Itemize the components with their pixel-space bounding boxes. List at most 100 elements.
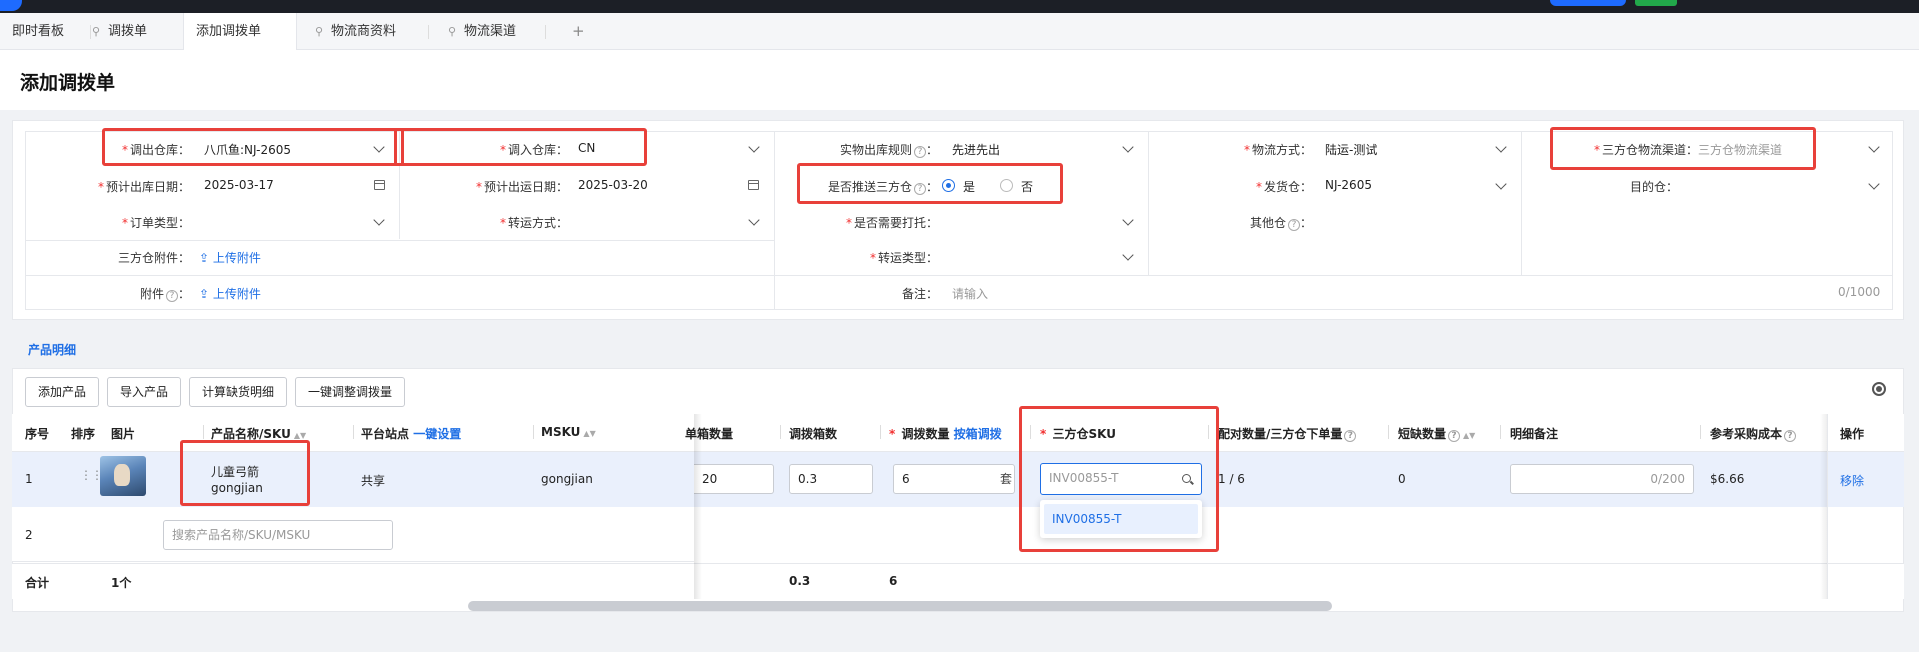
divider (774, 131, 775, 310)
tab-dashboard[interactable]: 即时看板 (0, 13, 76, 50)
add-tab-button[interactable]: + (560, 13, 597, 50)
divider (1148, 131, 1149, 275)
help-icon[interactable]: ? (1287, 219, 1300, 231)
in-warehouse-value[interactable]: CN (578, 141, 595, 155)
col-separator (780, 425, 781, 439)
gear-icon[interactable] (1872, 382, 1886, 396)
product-thumbnail[interactable] (100, 456, 146, 496)
logistics-mode-value[interactable]: 陆运-测试 (1325, 141, 1377, 158)
other-wh-label: 其他仓?： (1249, 216, 1312, 231)
help-icon[interactable]: ? (913, 146, 926, 158)
col-separator (353, 425, 354, 439)
page-header (0, 50, 1919, 110)
divider (25, 275, 1893, 276)
col-image: 图片 (111, 427, 136, 441)
calendar-icon[interactable] (748, 180, 759, 190)
row-shortage: 0 (1398, 472, 1406, 486)
row-seq: 2 (25, 528, 33, 542)
calendar-icon[interactable] (374, 180, 385, 190)
remark-label: 备注： (901, 287, 938, 301)
col-separator (1700, 425, 1701, 439)
tpl-channel-select[interactable]: 三方仓物流渠道 (1698, 141, 1782, 158)
est-out-date-label: * 预计出库日期： (97, 180, 190, 194)
divider (1521, 131, 1522, 275)
tpl-channel-label: * 三方仓物流渠道： (1593, 143, 1698, 157)
frozen-column-shadow (694, 414, 702, 599)
row-product-name: 儿童弓箭 (211, 465, 260, 479)
detail-remark-input[interactable]: 0/200 (1510, 464, 1694, 494)
col-sort: 排序 (71, 427, 96, 441)
col-separator (1388, 425, 1389, 439)
app-logo[interactable] (0, 0, 22, 11)
transfer-mode-label: * 转运方式： (499, 216, 568, 230)
ship-from-value[interactable]: NJ-2605 (1325, 178, 1372, 192)
out-warehouse-label: * 调出仓库： (121, 143, 190, 157)
help-icon[interactable]: ? (1784, 430, 1797, 442)
col-msku[interactable]: MSKU ▲▼ (541, 425, 596, 439)
tab-label: 调拨单 (108, 24, 148, 39)
import-product-button[interactable]: 导入产品 (107, 377, 182, 407)
qty-unit: 套 (999, 472, 1012, 486)
tab-label: 即时看板 (12, 24, 65, 39)
tab-logistics-channels[interactable]: ⚲ 物流渠道 (436, 13, 528, 50)
sort-icon: ▲▼ (583, 429, 596, 438)
boxes-input[interactable]: 0.3 (789, 464, 873, 494)
est-out-date-value[interactable]: 2025-03-17 (204, 178, 274, 192)
push-tpl-no-radio[interactable] (1000, 179, 1013, 192)
in-warehouse-label: * 调入仓库： (499, 143, 568, 157)
summary-row (12, 563, 1904, 599)
row-seq: 1 (25, 472, 33, 486)
bulk-adjust-button[interactable]: 一键调整调拨量 (295, 377, 406, 407)
by-box-link[interactable]: 按箱调拨 (954, 427, 1002, 441)
help-icon[interactable]: ? (913, 183, 926, 195)
tab-add-transfer-order[interactable]: 添加调拨单 (183, 13, 297, 51)
push-tpl-yes-label[interactable]: 是 (963, 178, 975, 195)
col-detail-remark: 明细备注 (1510, 427, 1559, 441)
qty-input[interactable]: 6套 (893, 464, 1015, 494)
stock-rule-label: 实物出库规则?： (839, 143, 938, 158)
tab-separator (428, 25, 429, 39)
col-shortage[interactable]: 短缺数量? ▲▼ (1398, 425, 1475, 442)
per-box-input[interactable]: 20 (694, 464, 774, 494)
row-pair: 1 / 6 (1218, 472, 1245, 486)
remark-input[interactable]: 请输入 (952, 285, 988, 302)
status-button[interactable] (1635, 0, 1677, 6)
transfer-type-label: * 转运类型： (869, 251, 938, 265)
col-pair: 配对数量/三方仓下单量? (1218, 425, 1357, 442)
col-separator (880, 425, 881, 439)
remove-link[interactable]: 移除 (1840, 472, 1864, 489)
product-search-input[interactable]: 搜索产品名称/SKU/MSKU (163, 520, 393, 550)
tab-transfer-orders[interactable]: ⚲ 调拨单 (80, 13, 159, 50)
upload-link[interactable]: ⇪ 上传附件 (199, 285, 261, 302)
tpl-sku-option[interactable]: INV00855-T (1044, 504, 1198, 534)
col-name-sku[interactable]: 产品名称/SKU ▲▼ (211, 425, 306, 442)
col-separator (203, 425, 204, 439)
horizontal-scrollbar[interactable] (468, 601, 1332, 611)
divider (399, 131, 400, 239)
stock-rule-value[interactable]: 先进先出 (952, 141, 1000, 158)
drag-handle-icon[interactable]: ⋮⋮ (80, 469, 103, 481)
row-platform: 共享 (361, 474, 386, 488)
push-tpl-yes-radio[interactable] (942, 179, 955, 192)
push-tpl-label: 是否推送三方仓?： (827, 180, 938, 195)
tpl-attach-label: 三方仓附件： (117, 251, 190, 265)
tab-label: 物流渠道 (464, 24, 517, 39)
tpl-upload-link[interactable]: ⇪ 上传附件 (199, 249, 261, 266)
tab-logistics-providers[interactable]: ⚲ 物流商资料 (303, 13, 408, 50)
help-icon[interactable]: ? (1344, 430, 1357, 442)
out-warehouse-value[interactable]: 八爪鱼:NJ-2605 (204, 141, 291, 158)
est-ship-date-value[interactable]: 2025-03-20 (578, 178, 648, 192)
pin-icon: ⚲ (92, 25, 101, 38)
tab-label: 添加调拨单 (196, 24, 262, 39)
row-product-sku: gongjian (211, 481, 263, 495)
help-icon[interactable]: ? (165, 290, 178, 302)
col-separator (533, 425, 534, 439)
calc-shortage-button[interactable]: 计算缺货明细 (189, 377, 288, 407)
bulk-set-link[interactable]: 一键设置 (413, 427, 461, 441)
tpl-sku-input[interactable]: INV00855-T (1040, 463, 1202, 495)
add-product-button[interactable]: 添加产品 (25, 377, 100, 407)
primary-action-button[interactable] (1550, 0, 1626, 6)
summary-label: 合计 (25, 576, 50, 590)
push-tpl-no-label[interactable]: 否 (1021, 178, 1033, 195)
help-icon[interactable]: ? (1448, 430, 1461, 442)
